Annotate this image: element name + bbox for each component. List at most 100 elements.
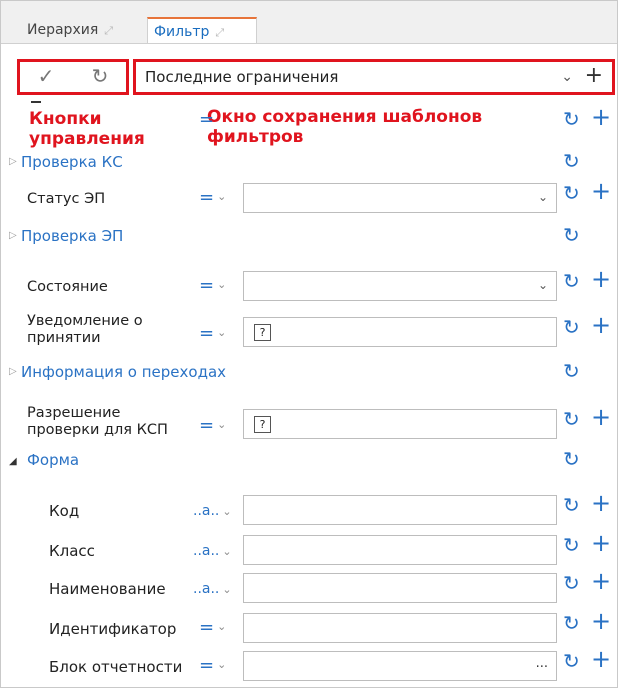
operator-equals[interactable]: = ⌄ — [199, 617, 226, 638]
question-checkbox-icon[interactable]: ? — [254, 324, 271, 341]
add-icon[interactable]: + — [591, 607, 611, 635]
tab-filter[interactable]: Фильтр ⤢ — [147, 17, 257, 43]
chevron-down-icon: ⌄ — [222, 505, 232, 518]
reset-icon[interactable]: ↻ — [563, 447, 580, 471]
reset-icon[interactable]: ↻ — [563, 611, 580, 635]
operator-equals-label: = — [199, 415, 215, 436]
expand-icon[interactable]: ⤢ — [104, 24, 113, 37]
field-label: Наименование — [49, 580, 166, 598]
group-label[interactable]: Проверка КС — [21, 153, 123, 171]
filter-row: Наименование ..a.. ⌄ ↻ + — [1, 567, 617, 613]
filter-group: ◢ Форма ↻ — [1, 447, 617, 491]
operator-equals-label: = — [199, 275, 215, 296]
reset-icon[interactable]: ↻ — [563, 359, 580, 383]
filter-value-field[interactable]: ? — [243, 317, 557, 347]
filter-value-field[interactable]: ... — [243, 651, 557, 681]
filter-value-field[interactable] — [243, 535, 557, 565]
reset-icon[interactable]: ↻ — [563, 407, 580, 431]
add-icon[interactable]: + — [591, 265, 611, 293]
operator-equals[interactable]: = ⌄ — [199, 187, 226, 208]
filter-value-field[interactable] — [243, 495, 557, 525]
chevron-down-icon: ⌄ — [222, 545, 232, 558]
add-icon[interactable]: + — [591, 567, 611, 595]
chevron-down-icon: ⌄ — [217, 658, 227, 671]
reset-icon[interactable]: ↻ — [563, 649, 580, 673]
chevron-down-icon: ⌄ — [217, 190, 227, 203]
filter-row: Блок отчетности = ⌄... ↻ + — [1, 645, 617, 691]
chevron-down-icon[interactable]: ⌄ — [538, 278, 548, 292]
filter-value-field[interactable]: ⌄ — [243, 271, 557, 301]
operator-contains[interactable]: ..a.. ⌄ — [193, 543, 232, 559]
add-icon[interactable]: + — [591, 177, 611, 205]
expand-triangle-icon[interactable]: ▷ — [9, 156, 17, 167]
add-icon[interactable]: + — [591, 645, 611, 673]
chevron-down-icon[interactable]: ⌄ — [538, 190, 548, 204]
filter-value-field[interactable]: ? — [243, 409, 557, 439]
ellipsis-button[interactable]: ... — [536, 656, 548, 671]
collapse-triangle-icon[interactable]: ◢ — [9, 456, 17, 467]
operator-equals[interactable]: = ⌄ — [199, 323, 226, 344]
annotation-templates: Окно сохранения шаблонов фильтров — [207, 107, 547, 147]
reset-icon[interactable]: ↻ — [563, 181, 580, 205]
field-label: Класс — [49, 542, 95, 560]
chevron-down-icon: ⌄ — [217, 278, 227, 291]
filter-value-field[interactable]: ⌄ — [243, 183, 557, 213]
add-icon[interactable]: + — [591, 403, 611, 431]
filter-row: Разрешение проверки для КСП = ⌄? ↻ + — [1, 403, 617, 445]
tab-hierarchy-label: Иерархия — [27, 22, 99, 38]
operator-equals[interactable]: = ⌄ — [199, 655, 226, 676]
field-label: Состояние — [27, 279, 108, 295]
filter-group: ▷ Информация о переходах ↻ — [1, 359, 617, 403]
chevron-down-icon: ⌄ — [222, 583, 232, 596]
question-checkbox-icon[interactable]: ? — [254, 416, 271, 433]
divider — [31, 101, 41, 103]
field-label: Статус ЭП — [27, 191, 106, 207]
add-icon[interactable]: + — [591, 489, 611, 517]
reset-icon[interactable]: ↻ — [563, 107, 580, 131]
group-label[interactable]: Проверка ЭП — [21, 227, 123, 245]
filter-value-field[interactable] — [243, 613, 557, 643]
filter-value-field[interactable] — [243, 573, 557, 603]
tab-hierarchy[interactable]: Иерархия ⤢ — [21, 17, 141, 43]
filter-row: Класс ..a.. ⌄ ↻ + — [1, 529, 617, 575]
reset-icon[interactable]: ↻ — [563, 533, 580, 557]
operator-equals[interactable]: = — [199, 109, 214, 130]
group-label[interactable]: Информация о переходах — [21, 363, 226, 381]
operator-contains-label: ..a.. — [193, 581, 220, 597]
reset-icon[interactable]: ↻ — [563, 149, 580, 173]
reset-icon[interactable]: ↻ — [563, 315, 580, 339]
field-label: Код — [49, 502, 80, 520]
field-label: Уведомление о принятии — [27, 313, 143, 346]
operator-contains[interactable]: ..a.. ⌄ — [193, 581, 232, 597]
field-label: Разрешение проверки для КСП — [27, 405, 168, 438]
filter-row: Код ..a.. ⌄ ↻ + — [1, 489, 617, 535]
add-icon[interactable]: + — [591, 311, 611, 339]
tab-filter-label: Фильтр — [154, 24, 210, 40]
tab-bar: Иерархия ⤢ Фильтр ⤢ — [1, 1, 617, 44]
operator-equals[interactable]: = ⌄ — [199, 275, 226, 296]
reset-icon[interactable]: ↻ — [563, 493, 580, 517]
filter-group: ▷ Проверка ЭП ↻ — [1, 223, 617, 267]
annotation-buttons: Кнопки управления — [29, 109, 159, 149]
reset-icon[interactable]: ↻ — [563, 269, 580, 293]
chevron-down-icon: ⌄ — [217, 418, 227, 431]
reset-icon[interactable]: ↻ — [563, 571, 580, 595]
operator-contains-label: ..a.. — [193, 543, 220, 559]
add-icon[interactable]: + — [591, 529, 611, 557]
expand-icon[interactable]: ⤢ — [215, 26, 224, 39]
operator-equals[interactable]: = ⌄ — [199, 415, 226, 436]
chevron-down-icon: ⌄ — [217, 620, 227, 633]
field-label: Блок отчетности — [49, 658, 183, 676]
operator-equals-label: = — [199, 323, 215, 344]
filter-row: Состояние = ⌄ ⌄ ↻ + — [1, 265, 617, 311]
add-icon[interactable]: + — [591, 103, 611, 131]
reset-icon[interactable]: ↻ — [563, 223, 580, 247]
chevron-down-icon: ⌄ — [217, 326, 227, 339]
expand-triangle-icon[interactable]: ▷ — [9, 366, 17, 377]
operator-equals-label: = — [199, 617, 215, 638]
operator-contains[interactable]: ..a.. ⌄ — [193, 503, 232, 519]
expand-triangle-icon[interactable]: ▷ — [9, 230, 17, 241]
filter-row: Статус ЭП = ⌄ ⌄ ↻ + — [1, 177, 617, 223]
group-label[interactable]: Форма — [27, 451, 79, 469]
filter-row: Идентификатор = ⌄ ↻ + — [1, 607, 617, 653]
